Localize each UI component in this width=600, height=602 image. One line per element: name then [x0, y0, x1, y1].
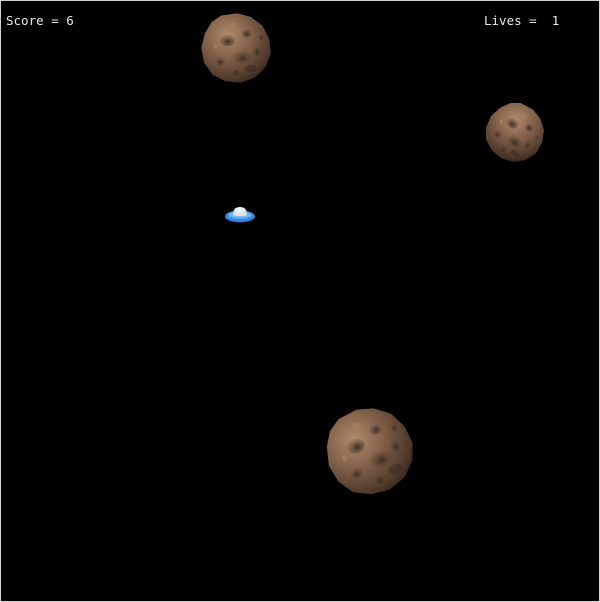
asteroid-icon: [199, 10, 273, 86]
asteroid-icon: [322, 405, 417, 497]
flying-saucer-icon: [225, 207, 255, 223]
score-value: 6: [66, 13, 74, 28]
lives-value: 1: [551, 13, 560, 28]
score-display: Score = 6: [6, 13, 74, 29]
asteroid-icon: [484, 101, 546, 164]
lives-label: Lives =: [484, 13, 552, 28]
score-label: Score =: [6, 13, 67, 28]
lives-display: Lives = 1: [484, 13, 559, 29]
game-canvas[interactable]: Score = 6 Lives = 1: [0, 0, 600, 602]
